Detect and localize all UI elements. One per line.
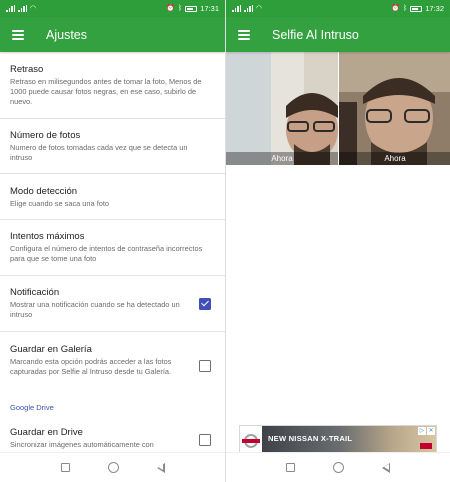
setting-guardar-drive[interactable]: Guardar en Drive Sincronizar imágenes au…: [0, 420, 225, 452]
setting-summary: Marcando esta opción podrás acceder a la…: [10, 357, 172, 376]
intruder-photo[interactable]: Ahora: [339, 52, 450, 165]
category-google-drive: Google Drive: [10, 403, 54, 412]
signal-icon: [244, 5, 253, 12]
navigation-bar: [0, 452, 225, 482]
menu-icon[interactable]: [12, 29, 24, 40]
drive-checkbox[interactable]: [199, 434, 211, 446]
setting-summary: Configura el número de intentos de contr…: [10, 244, 203, 263]
photo-grid: Ahora Ahora: [226, 52, 450, 165]
gallery-checkbox[interactable]: [199, 360, 211, 372]
recent-apps-icon[interactable]: [286, 463, 295, 472]
setting-title: Guardar en Galería: [10, 344, 92, 355]
status-bar: ◠ ⏰ ᛒ 17:32: [226, 0, 450, 17]
signal-icon: [18, 5, 27, 12]
setting-guardar-galeria[interactable]: Guardar en Galería Marcando esta opción …: [0, 332, 225, 398]
home-icon[interactable]: [333, 462, 344, 473]
setting-numero-fotos[interactable]: Número de fotos Numero de fotos tomadas …: [0, 119, 225, 174]
page-title: Ajustes: [46, 27, 87, 42]
navigation-bar: [226, 452, 450, 482]
recent-apps-icon[interactable]: [60, 463, 70, 472]
setting-intentos-maximos[interactable]: Intentos máximos Configura el número de …: [0, 220, 225, 276]
setting-summary: Sincronizar imágenes automáticamente con: [10, 440, 154, 449]
setting-title: Guardar en Drive: [10, 427, 83, 438]
setting-title: Retraso: [10, 64, 44, 75]
intruder-photos-screen: ◠ ⏰ ᛒ 17:32 Selfie Al Intruso Ahora Ahor…: [225, 0, 450, 482]
setting-title: Número de fotos: [10, 130, 81, 141]
ad-text: NEW NISSAN X-TRAIL: [268, 434, 353, 443]
menu-icon[interactable]: [238, 29, 250, 40]
bluetooth-icon: ᛒ: [178, 4, 183, 12]
settings-screen: ◠ ⏰ ᛒ 17:31 Ajustes Retraso Retraso en m…: [0, 0, 225, 482]
alarm-icon: ⏰: [391, 4, 401, 12]
photo-caption: Ahora: [339, 152, 450, 165]
signal-icon: [6, 5, 15, 12]
status-time: 17:31: [200, 4, 219, 13]
home-icon[interactable]: [107, 462, 119, 473]
setting-summary: Numero de fotos tomadas cada vez que se …: [10, 143, 188, 162]
setting-title: Modo detección: [10, 186, 78, 197]
intruder-photo[interactable]: Ahora: [226, 52, 338, 165]
page-title: Selfie Al Intruso: [272, 27, 359, 42]
alarm-icon: ⏰: [166, 4, 176, 12]
app-bar: Selfie Al Intruso: [226, 17, 450, 52]
status-time: 17:32: [425, 4, 444, 13]
notification-checkbox[interactable]: [199, 298, 211, 310]
app-bar: Ajustes: [0, 17, 225, 52]
status-right: ⏰ ᛒ 17:31: [166, 4, 219, 13]
bluetooth-icon: ᛒ: [403, 4, 408, 12]
setting-modo-deteccion[interactable]: Modo detección Elige cuando se saca una …: [0, 174, 225, 220]
info-icon[interactable]: ▷: [418, 427, 426, 435]
intruder-photo-image: [339, 52, 450, 165]
close-icon[interactable]: ✕: [427, 427, 435, 435]
signal-icon: [232, 5, 241, 12]
back-icon[interactable]: [382, 462, 390, 473]
setting-notificacion[interactable]: Notificación Mostrar una notificación cu…: [0, 276, 225, 332]
setting-title: Notificación: [10, 287, 60, 298]
photo-caption: Ahora: [226, 152, 338, 165]
setting-summary: Retraso en milisegundos antes de tomar l…: [10, 77, 202, 106]
battery-icon: [410, 5, 423, 12]
settings-list: Retraso Retraso en milisegundos antes de…: [0, 52, 225, 452]
intruder-photo-image: [226, 52, 338, 165]
status-left: ◠: [6, 5, 36, 12]
back-icon[interactable]: [156, 462, 165, 473]
status-left: ◠: [232, 5, 262, 12]
ad-badge: [420, 443, 432, 449]
setting-summary: Elige cuando se saca una foto: [10, 199, 110, 208]
wifi-icon: ◠: [256, 4, 263, 12]
status-bar: ◠ ⏰ ᛒ 17:31: [0, 0, 225, 17]
wifi-icon: ◠: [30, 4, 37, 12]
status-right: ⏰ ᛒ 17:32: [391, 4, 444, 13]
setting-retraso[interactable]: Retraso Retraso en milisegundos antes de…: [0, 52, 225, 119]
setting-summary: Mostrar una notificación cuando se ha de…: [10, 300, 180, 319]
setting-title: Intentos máximos: [10, 231, 85, 242]
battery-icon: [185, 5, 198, 12]
